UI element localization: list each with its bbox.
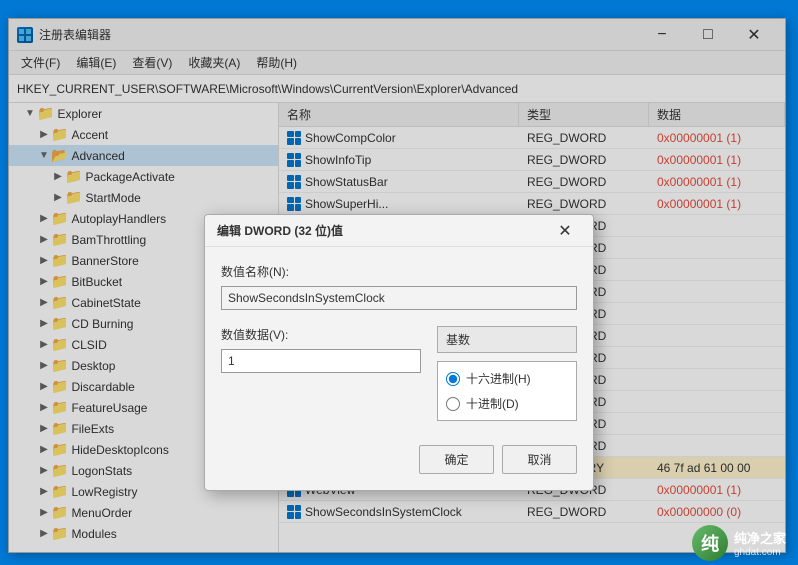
radio-hex-text: 十六进制(H) bbox=[466, 370, 531, 387]
watermark-logo: 纯 bbox=[692, 525, 728, 561]
radio-group: 十六进制(H) 十进制(D) bbox=[437, 361, 577, 421]
name-input[interactable] bbox=[221, 286, 577, 310]
radio-dec-input[interactable] bbox=[446, 397, 460, 411]
dialog-close-button[interactable]: ✕ bbox=[549, 215, 581, 247]
value-input[interactable] bbox=[221, 349, 421, 373]
ok-button[interactable]: 确定 bbox=[419, 445, 494, 474]
main-window: 注册表编辑器 − □ ✕ 文件(F) 编辑(E) 查看(V) 收藏夹(A) 帮助… bbox=[8, 18, 786, 553]
dialog-title-bar: 编辑 DWORD (32 位)值 ✕ bbox=[205, 215, 593, 247]
radio-hex-input[interactable] bbox=[446, 372, 460, 386]
value-label: 数值数据(V): bbox=[221, 326, 421, 343]
radio-hex-label[interactable]: 十六进制(H) bbox=[446, 370, 568, 387]
cancel-button[interactable]: 取消 bbox=[502, 445, 577, 474]
radio-dec-label[interactable]: 十进制(D) bbox=[446, 395, 568, 412]
dialog-title: 编辑 DWORD (32 位)值 bbox=[217, 222, 549, 239]
value-section: 数值数据(V): bbox=[221, 326, 421, 373]
watermark-brand: 纯净之家 ghdat.com bbox=[734, 528, 786, 558]
value-base-row: 数值数据(V): 基数 十六进制(H) 十进制(D) bbox=[221, 326, 577, 421]
name-label: 数值名称(N): bbox=[221, 263, 577, 280]
base-label: 基数 bbox=[437, 326, 577, 353]
watermark: 纯 纯净之家 ghdat.com bbox=[692, 525, 786, 561]
edit-dword-dialog: 编辑 DWORD (32 位)值 ✕ 数值名称(N): 数值数据(V): 基数 bbox=[204, 214, 594, 491]
dialog-footer: 确定 取消 bbox=[205, 437, 593, 490]
dialog-body: 数值名称(N): 数值数据(V): 基数 十六进制(H) bbox=[205, 247, 593, 437]
radio-dec-text: 十进制(D) bbox=[466, 395, 519, 412]
base-section: 基数 十六进制(H) 十进制(D) bbox=[437, 326, 577, 421]
dialog-overlay: 编辑 DWORD (32 位)值 ✕ 数值名称(N): 数值数据(V): 基数 bbox=[9, 19, 785, 552]
